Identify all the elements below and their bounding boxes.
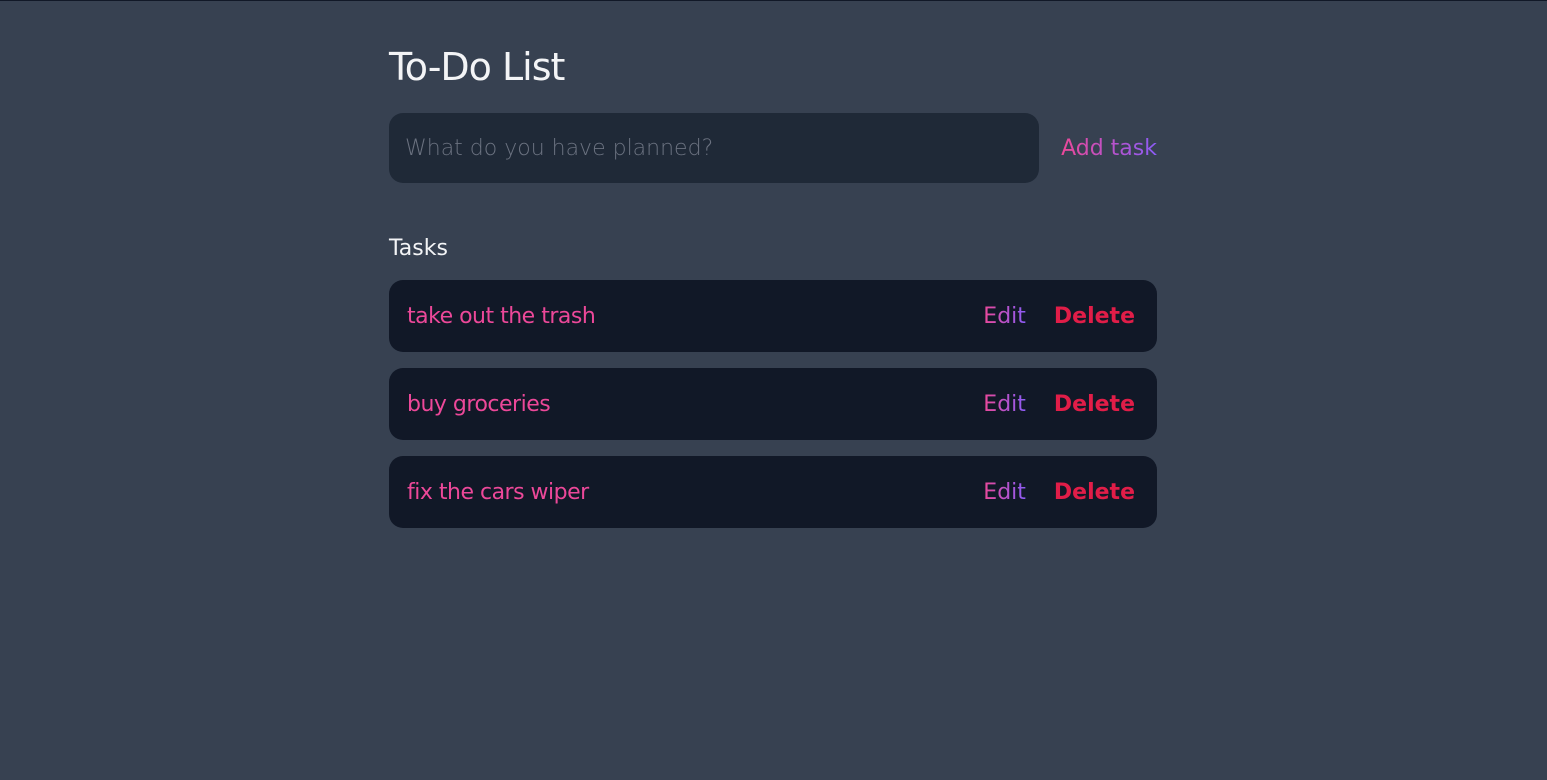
task-actions: Edit Delete bbox=[983, 392, 1135, 417]
new-task-form: Add task bbox=[389, 113, 1157, 183]
task-item: buy groceries Edit Delete bbox=[389, 368, 1157, 440]
todo-app: To-Do List Add task Tasks take out the t… bbox=[389, 41, 1157, 544]
task-item: fix the cars wiper Edit Delete bbox=[389, 456, 1157, 528]
task-text: fix the cars wiper bbox=[407, 479, 589, 505]
delete-task-button[interactable]: Delete bbox=[1054, 480, 1135, 505]
task-actions: Edit Delete bbox=[983, 304, 1135, 329]
page-title: To-Do List bbox=[389, 45, 565, 89]
task-list: take out the trash Edit Delete buy groce… bbox=[389, 280, 1157, 528]
task-actions: Edit Delete bbox=[983, 480, 1135, 505]
delete-task-button[interactable]: Delete bbox=[1054, 392, 1135, 417]
edit-task-button[interactable]: Edit bbox=[983, 392, 1026, 417]
delete-task-button[interactable]: Delete bbox=[1054, 304, 1135, 329]
task-text: buy groceries bbox=[407, 391, 551, 417]
edit-task-button[interactable]: Edit bbox=[983, 304, 1026, 329]
task-item: take out the trash Edit Delete bbox=[389, 280, 1157, 352]
edit-task-button[interactable]: Edit bbox=[983, 480, 1026, 505]
task-text: take out the trash bbox=[407, 303, 596, 329]
add-task-button[interactable]: Add task bbox=[1061, 136, 1157, 161]
new-task-input[interactable] bbox=[389, 113, 1040, 183]
tasks-heading: Tasks bbox=[389, 236, 448, 261]
